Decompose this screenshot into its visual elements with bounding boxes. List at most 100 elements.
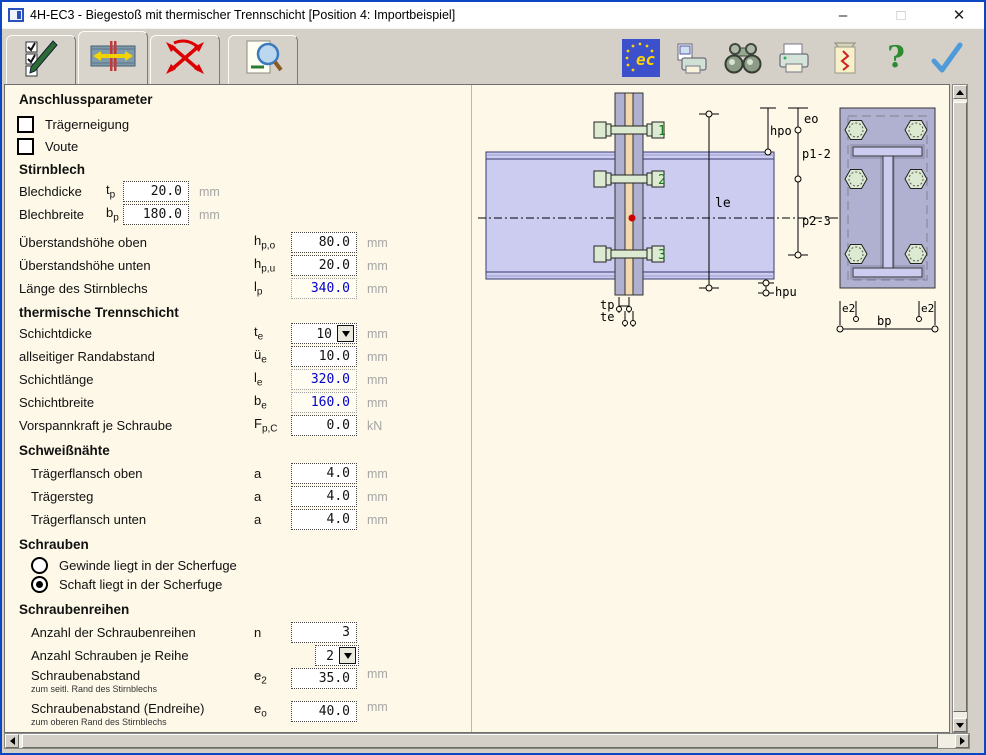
endplates-thermal-layer (615, 93, 643, 295)
printer-icon[interactable] (775, 39, 813, 77)
tab-joint-parameters[interactable] (78, 31, 148, 84)
radio-label: Schaft liegt in der Scherfuge (59, 577, 222, 592)
anzahl-reihen-input[interactable]: 3 (291, 622, 357, 643)
traegerneigung-checkbox[interactable] (17, 116, 34, 133)
scroll-right-button[interactable] (955, 734, 969, 748)
schichtdicke-select[interactable]: 10 (291, 323, 357, 344)
naht-steg-input[interactable]: 4.0 (291, 486, 357, 507)
report-preview-icon (242, 38, 284, 83)
field-label: allseitiger Randabstand (19, 349, 254, 364)
checkbox-row-traegerneigung: Trägerneigung (17, 113, 471, 135)
unit-label: mm (359, 700, 399, 714)
ueberstand-oben-input[interactable]: 80.0 (291, 232, 357, 253)
field-sublabel: zum seitl. Rand des Stirnblechs (31, 684, 254, 694)
dim-te-label: te (600, 310, 614, 324)
field-symbol: Fp,C (254, 416, 291, 435)
field-symbol: a (254, 489, 291, 504)
checkbox-row-voute: Voute (17, 135, 471, 157)
bolt-number-1: 1 (658, 124, 666, 139)
blechdicke-input[interactable]: 20.0 (123, 181, 189, 202)
vertical-scroll-thumb[interactable] (953, 102, 967, 712)
eurocode-ec-badge[interactable]: ec (622, 39, 660, 77)
ueberstand-unten-input[interactable]: 20.0 (291, 255, 357, 276)
confirm-check-icon[interactable] (928, 39, 966, 77)
form-row-anzahl-reihen: Anzahl der Schraubenreihen n 3 (31, 621, 471, 644)
down-arrow-icon (956, 723, 964, 732)
horizontal-scroll-thumb[interactable] (22, 734, 938, 748)
field-label: Trägerflansch unten (31, 512, 254, 527)
dim-e2-left-label: e2 (842, 302, 855, 315)
horizontal-scrollbar[interactable] (4, 733, 970, 749)
gewinde-radio[interactable] (31, 557, 48, 574)
form-row-schichtdicke: Schichtdicke te 10 mm (19, 322, 471, 345)
print-preview-icon[interactable] (673, 39, 711, 77)
field-symbol: e2 (254, 668, 291, 687)
section-heading-trennschicht: thermische Trennschicht (19, 305, 471, 321)
field-symbol: a (254, 466, 291, 481)
naht-flansch-unten-input[interactable]: 4.0 (291, 509, 357, 530)
checkbox-label: Voute (45, 139, 78, 154)
form-row-naht-steg: Trägersteg a 4.0 mm (31, 485, 471, 508)
binoculars-icon[interactable] (724, 39, 762, 77)
scroll-up-button[interactable] (953, 85, 967, 99)
field-symbol: n (254, 625, 291, 640)
dim-hpu-label: hpu (775, 285, 797, 299)
scroll-left-button[interactable] (5, 734, 19, 748)
unit-label: mm (359, 490, 399, 504)
maximize-button[interactable]: □ (886, 7, 916, 24)
schraubenabstand-eo-input[interactable]: 40.0 (291, 701, 357, 722)
dim-le-label: le (715, 196, 731, 211)
field-label: Blechdicke (19, 184, 106, 199)
load-arrows-icon (164, 39, 206, 82)
section-heading-schrauben: Schrauben (19, 537, 471, 553)
unit-label: mm (359, 350, 399, 364)
unit-label: kN (359, 419, 399, 433)
form-row-blechbreite: Blechbreite bp 180.0 mm (19, 203, 471, 226)
checklist-pen-icon (21, 38, 61, 83)
form-row-blechdicke: Blechdicke tp 20.0 mm (19, 180, 471, 203)
form-row-ueberstand-unten: Überstandshöhe unten hp,u 20.0 mm (19, 254, 471, 277)
field-label: Blechbreite (19, 207, 106, 222)
radio-row-schaft: Schaft liegt in der Scherfuge (31, 575, 471, 594)
field-label: Trägerflansch oben (31, 466, 254, 481)
field-label: Schichtlänge (19, 372, 254, 387)
voute-checkbox[interactable] (17, 138, 34, 155)
help-icon[interactable]: ? (877, 39, 915, 77)
dim-p23-label: p2-3 (802, 214, 831, 228)
dim-tp (617, 297, 632, 313)
minimize-button[interactable]: – (828, 7, 858, 24)
unit-label: mm (191, 208, 231, 222)
unit-label: mm (359, 373, 399, 387)
unit-label: mm (359, 236, 399, 250)
section-heading-anschlussparameter: Anschlussparameter (19, 92, 471, 108)
bolt-number-3: 3 (658, 248, 666, 263)
schaft-radio[interactable] (31, 576, 48, 593)
scroll-down-button[interactable] (953, 718, 967, 732)
tab-loads[interactable] (150, 35, 220, 84)
anzahl-je-reihe-select[interactable]: 2 (315, 645, 359, 666)
vorspannkraft-input[interactable]: 0.0 (291, 415, 357, 436)
app-icon (8, 8, 24, 22)
form-row-schichtbreite: Schichtbreite be 160.0 mm (19, 391, 471, 414)
stirnblech-laenge-output: 340.0 (291, 278, 357, 299)
parameter-form: Anschlussparameter Trägerneigung Voute S… (5, 85, 471, 733)
field-symbol: eo (254, 701, 291, 720)
tab-report-preview[interactable] (228, 35, 298, 84)
close-button[interactable]: ✕ (944, 6, 974, 24)
tab-input-check[interactable] (6, 35, 76, 84)
blechbreite-input[interactable]: 180.0 (123, 204, 189, 225)
form-row-randabstand: allseitiger Randabstand üe 10.0 mm (19, 345, 471, 368)
field-symbol: be (254, 393, 291, 412)
notes-icon[interactable] (826, 39, 864, 77)
unit-label: mm (359, 396, 399, 410)
vertical-scrollbar[interactable] (952, 84, 968, 733)
randabstand-input[interactable]: 10.0 (291, 346, 357, 367)
dropdown-arrow-icon[interactable] (337, 325, 354, 342)
naht-flansch-oben-input[interactable]: 4.0 (291, 463, 357, 484)
app-window: 4H-EC3 - Biegestoß mit thermischer Trenn… (0, 0, 986, 755)
dim-eo-label: eo (804, 112, 818, 126)
form-row-schraubenabstand-eo: Schraubenabstand (Endreihe) zum oberen R… (31, 700, 471, 733)
dropdown-arrow-icon[interactable] (339, 647, 356, 664)
titlebar: 4H-EC3 - Biegestoß mit thermischer Trenn… (2, 2, 984, 28)
schraubenabstand-e2-input[interactable]: 35.0 (291, 668, 357, 689)
